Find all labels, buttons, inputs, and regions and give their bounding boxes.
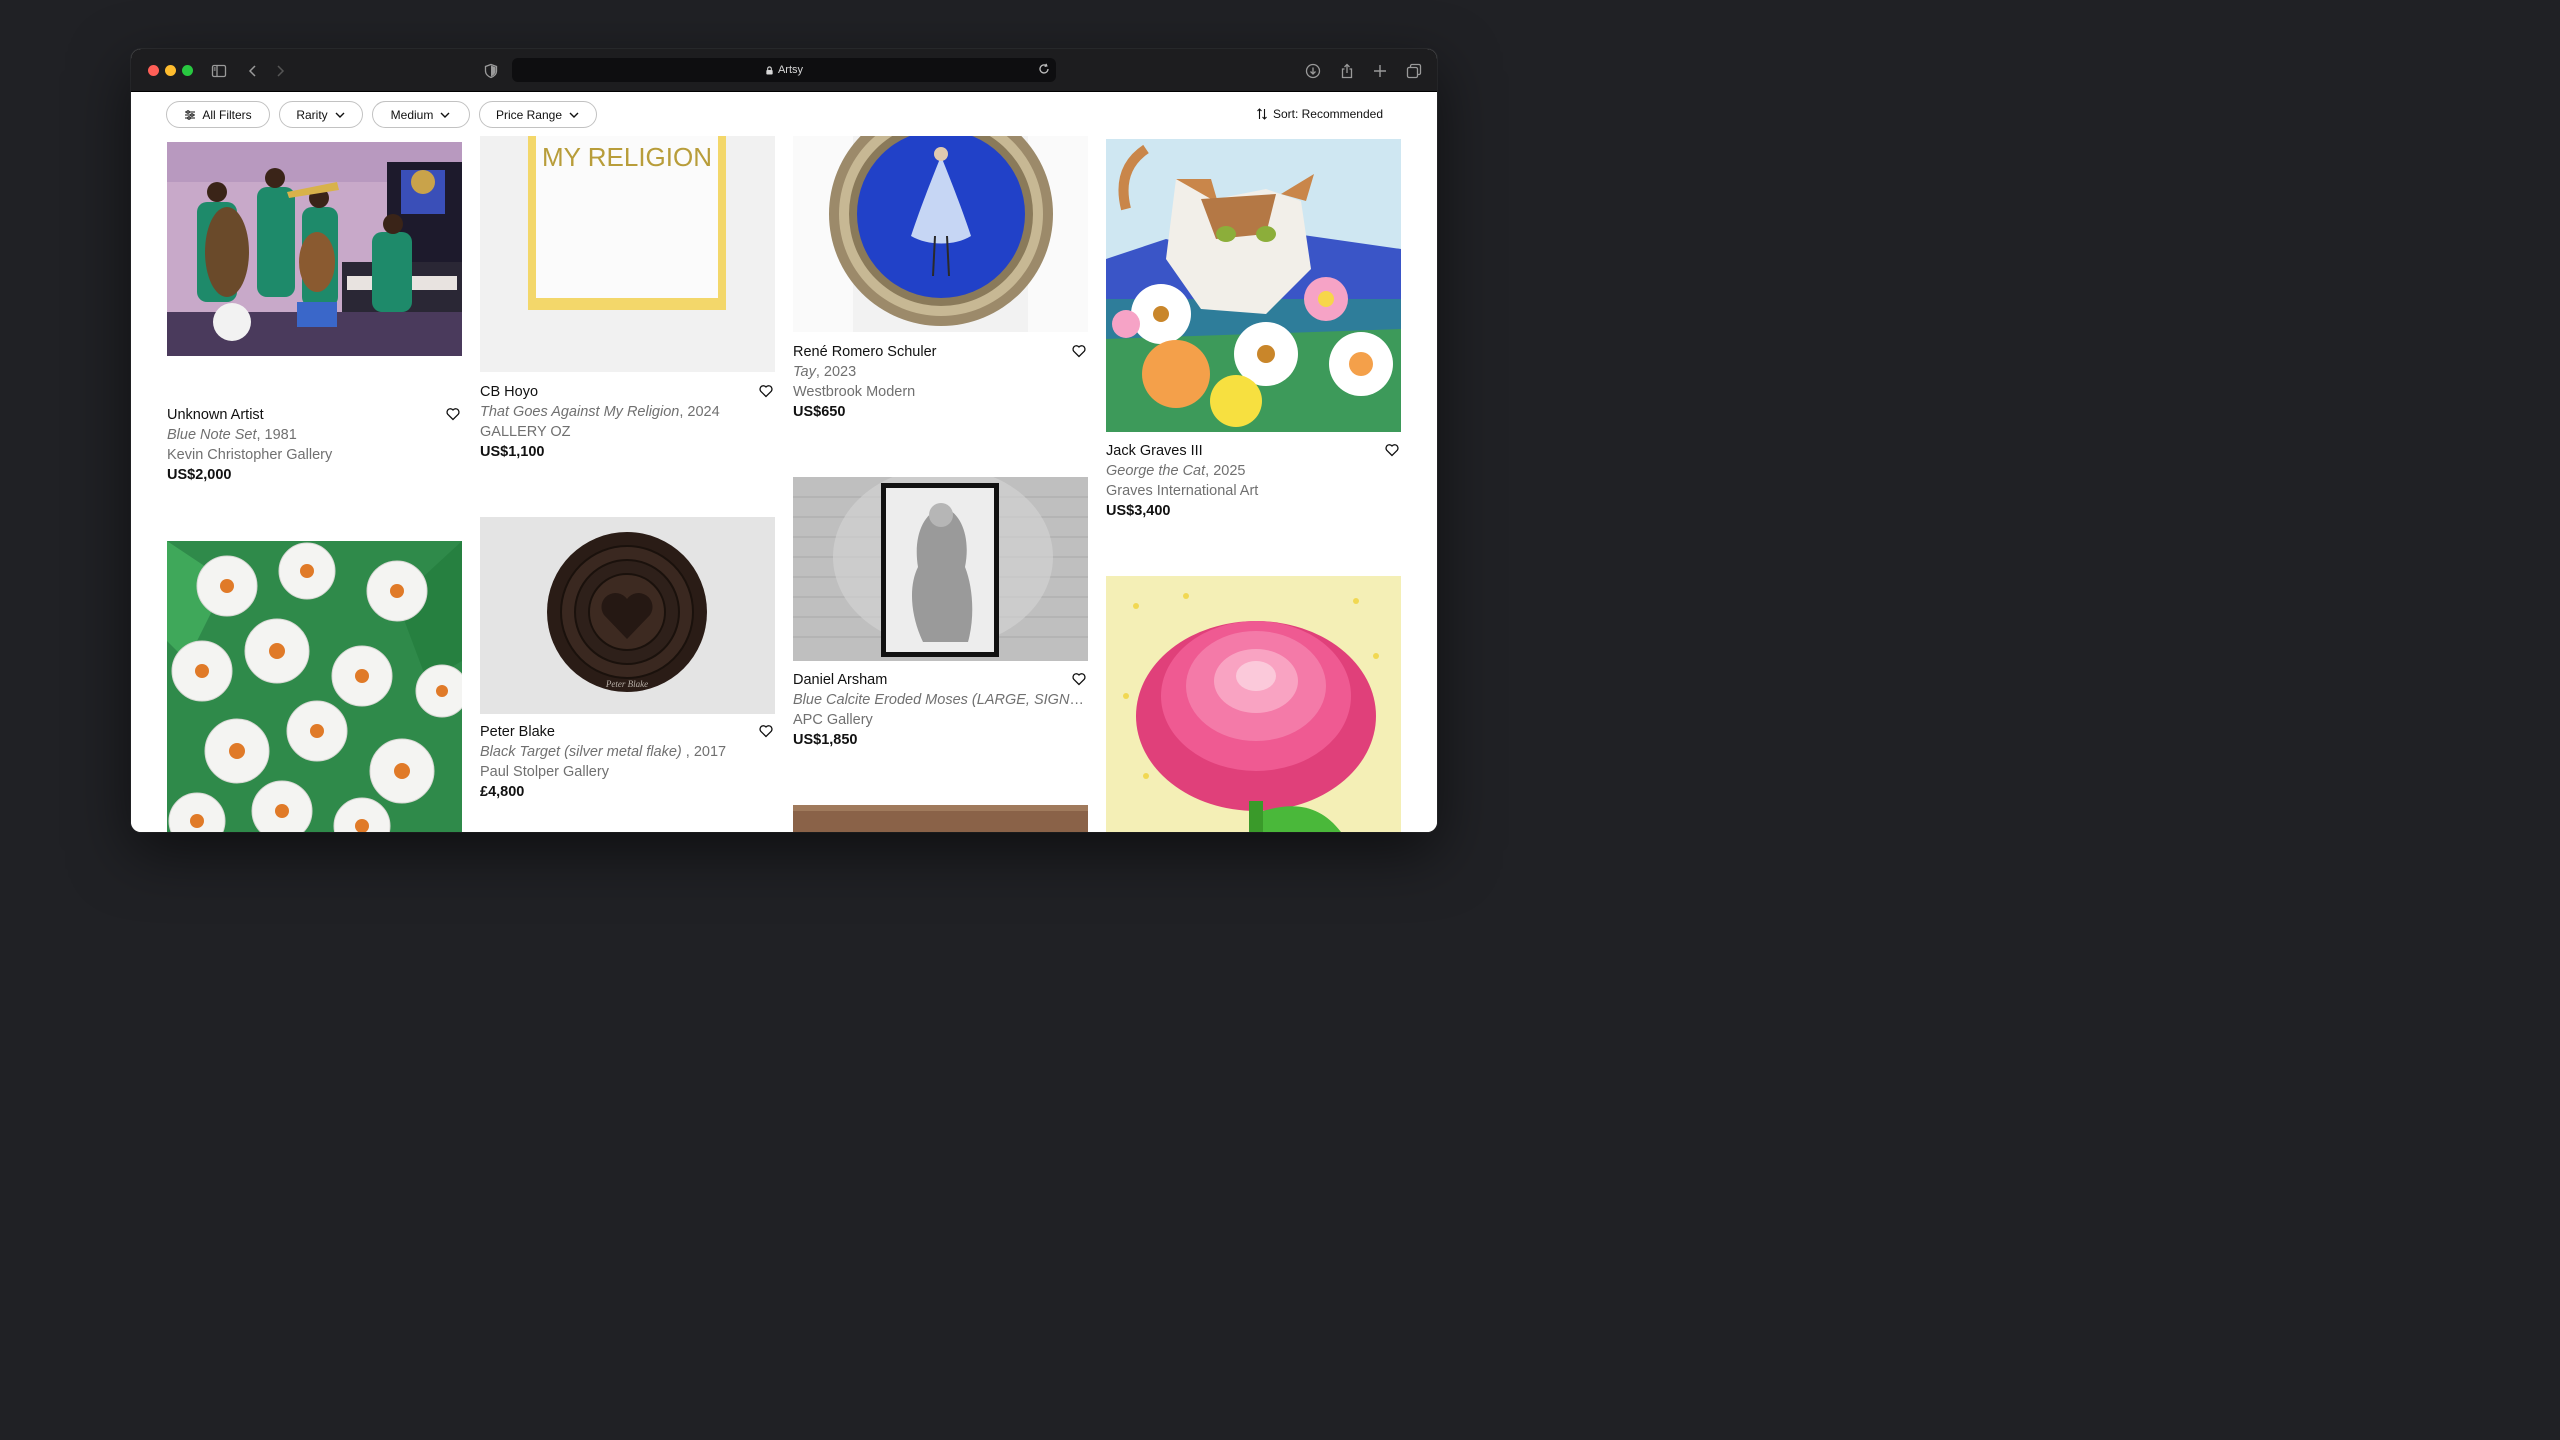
chevron-down-icon: [335, 112, 345, 118]
sort-label: Sort: Recommended: [1272, 107, 1383, 121]
medium-filter-button[interactable]: Medium: [372, 101, 470, 128]
privacy-shield-icon[interactable]: [481, 61, 501, 81]
artwork-image-black-target[interactable]: Peter Blake: [480, 517, 775, 714]
artwork-image-daisies[interactable]: [167, 541, 462, 832]
artist-name[interactable]: Peter Blake: [480, 722, 776, 742]
artwork-card-2[interactable]: CB Hoyo That Goes Against My Religion, 2…: [480, 382, 776, 462]
minimize-window-button[interactable]: [165, 65, 176, 76]
address-bar[interactable]: Artsy: [512, 58, 1056, 82]
my-religion-text: MY RELIGION: [542, 142, 712, 172]
peter-blake-signature: Peter Blake: [605, 679, 648, 689]
price: US$2,000: [167, 467, 232, 483]
download-icon[interactable]: [1303, 61, 1323, 81]
price: US$1,100: [480, 444, 545, 460]
filter-bar: All Filters Rarity Medium Price Range So…: [131, 92, 1437, 136]
gallery-name[interactable]: GALLERY OZ: [480, 422, 776, 442]
artist-name[interactable]: Jack Graves III: [1106, 441, 1402, 461]
price-range-label: Price Range: [495, 107, 563, 122]
artwork-image-my-religion[interactable]: MY RELIGION: [480, 136, 775, 372]
chevron-down-icon: [440, 112, 450, 118]
price: £4,800: [480, 784, 525, 800]
gallery-name[interactable]: Westbrook Modern: [793, 382, 1089, 402]
gallery-name[interactable]: Kevin Christopher Gallery: [167, 445, 463, 465]
artwork-image-peony[interactable]: [1106, 576, 1401, 832]
new-tab-icon[interactable]: [1370, 61, 1390, 81]
save-heart-icon[interactable]: [1384, 442, 1400, 458]
artwork-image-blue-note-set[interactable]: [167, 142, 462, 356]
save-heart-icon[interactable]: [445, 406, 461, 422]
sidebar-icon[interactable]: [209, 61, 229, 81]
save-heart-icon[interactable]: [1071, 671, 1087, 687]
artist-name[interactable]: CB Hoyo: [480, 382, 776, 402]
zoom-window-button[interactable]: [182, 65, 193, 76]
artwork-image-moses[interactable]: [793, 477, 1088, 661]
close-window-button[interactable]: [148, 65, 159, 76]
artwork-card-1[interactable]: Unknown Artist Blue Note Set, 1981 Kevin…: [167, 405, 463, 485]
all-filters-button[interactable]: All Filters: [166, 101, 270, 128]
gallery-name[interactable]: APC Gallery: [793, 710, 1089, 730]
artwork-card-4[interactable]: Jack Graves III George the Cat, 2025 Gra…: [1106, 441, 1402, 521]
artwork-image-tay[interactable]: [793, 136, 1088, 332]
browser-toolbar: Artsy: [131, 49, 1437, 92]
artwork-title: Tay, 2023: [793, 364, 857, 380]
artist-name[interactable]: Unknown Artist: [167, 405, 463, 425]
price: US$3,400: [1106, 503, 1171, 519]
rarity-filter-button[interactable]: Rarity: [279, 101, 363, 128]
save-heart-icon[interactable]: [758, 383, 774, 399]
save-heart-icon[interactable]: [1071, 343, 1087, 359]
lock-icon: [766, 65, 773, 75]
price: US$650: [793, 404, 846, 420]
reload-icon[interactable]: [1037, 62, 1051, 76]
filters-icon: [185, 109, 196, 120]
medium-label: Medium: [390, 107, 434, 122]
chevron-down-icon: [569, 112, 579, 118]
price: US$1,850: [793, 732, 858, 748]
artsy-page: MY RELIGION Peter Blake Unknown Artist B…: [131, 92, 1437, 832]
rarity-label: Rarity: [296, 107, 328, 122]
artwork-title: Blue Note Set, 1981: [167, 427, 297, 443]
address-text: Artsy: [777, 64, 804, 76]
artwork-card-6[interactable]: Daniel Arsham Blue Calcite Eroded Moses …: [793, 670, 1089, 750]
gallery-name[interactable]: Graves International Art: [1106, 481, 1402, 501]
artwork-card-5[interactable]: Peter Blake Black Target (silver metal f…: [480, 722, 776, 802]
save-heart-icon[interactable]: [758, 723, 774, 739]
artwork-title: That Goes Against My Religion, 2024: [480, 404, 720, 420]
sort-arrows-icon: [1257, 108, 1267, 120]
artist-name[interactable]: René Romero Schuler: [793, 342, 1089, 362]
tabs-overview-icon[interactable]: [1404, 61, 1424, 81]
artwork-image-partial[interactable]: [793, 805, 1088, 832]
browser-window: Artsy MY RELIGION Peter Blake Unknown Ar…: [131, 49, 1437, 832]
back-icon[interactable]: [243, 61, 263, 81]
artwork-card-3[interactable]: René Romero Schuler Tay, 2023 Westbrook …: [793, 342, 1089, 422]
artwork-title: Black Target (silver metal flake) , 2017: [480, 744, 727, 760]
artwork-image-george-the-cat[interactable]: [1106, 139, 1401, 432]
share-icon[interactable]: [1337, 61, 1357, 81]
artwork-title: Blue Calcite Eroded Moses (LARGE, SIGNE.…: [793, 692, 1089, 708]
gallery-name[interactable]: Paul Stolper Gallery: [480, 762, 776, 782]
sort-button[interactable]: Sort: Recommended: [1256, 107, 1383, 121]
price-range-filter-button[interactable]: Price Range: [479, 101, 597, 128]
artist-name[interactable]: Daniel Arsham: [793, 670, 1089, 690]
artwork-title: George the Cat, 2025: [1106, 463, 1246, 479]
forward-icon[interactable]: [270, 61, 290, 81]
all-filters-label: All Filters: [202, 107, 252, 122]
